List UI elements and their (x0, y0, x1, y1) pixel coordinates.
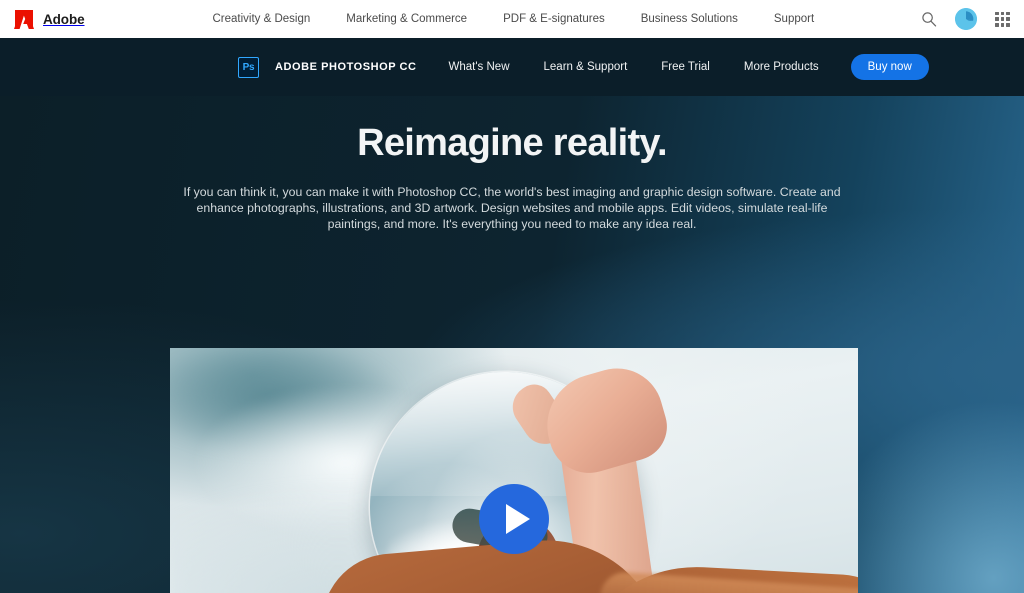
page-title: Reimagine reality. (357, 122, 668, 164)
grid-dot (1000, 17, 1005, 21)
grid-dot (1000, 22, 1005, 27)
grid-dot (1006, 22, 1010, 27)
product-nav-item-free-trial[interactable]: Free Trial (661, 61, 710, 73)
hero-section: Reimagine reality. If you can think it, … (0, 96, 1024, 593)
global-header-actions (921, 8, 1010, 30)
hero-content: Reimagine reality. If you can think it, … (0, 96, 1024, 233)
global-nav-item-support[interactable]: Support (774, 13, 814, 25)
global-nav: Creativity & Design Marketing & Commerce… (213, 13, 815, 25)
global-nav-item-marketing[interactable]: Marketing & Commerce (346, 13, 467, 25)
grid-dot (1006, 17, 1010, 21)
app-grid-icon[interactable] (995, 11, 1010, 27)
video-poster-image (170, 348, 858, 593)
grid-dot (995, 17, 999, 21)
play-triangle-icon (505, 503, 530, 534)
adobe-logo-icon (14, 9, 34, 29)
hero-video-player[interactable] (170, 348, 858, 593)
product-nav-item-learn-support[interactable]: Learn & Support (544, 61, 628, 73)
hero-description: If you can think it, you can make it wit… (183, 184, 841, 232)
search-icon[interactable] (921, 11, 937, 27)
global-nav-item-creativity[interactable]: Creativity & Design (213, 13, 311, 25)
product-title: ADOBE PHOTOSHOP CC (275, 61, 417, 73)
grid-dot (995, 11, 999, 16)
photoshop-app-icon[interactable]: Ps (238, 56, 259, 78)
grid-dot (1006, 11, 1010, 16)
buy-now-button[interactable]: Buy now (850, 54, 929, 80)
global-nav-item-business[interactable]: Business Solutions (641, 13, 738, 25)
product-nav-item-more-products[interactable]: More Products (744, 61, 819, 73)
brand-name: Adobe (43, 11, 85, 27)
product-nav-bar: Ps ADOBE PHOTOSHOP CC What's New Learn &… (0, 38, 1024, 96)
product-nav: What's New Learn & Support Free Trial Mo… (449, 61, 819, 73)
adobe-home-link[interactable]: Adobe (14, 9, 85, 29)
global-nav-item-pdf[interactable]: PDF & E-signatures (503, 13, 605, 25)
product-nav-item-whats-new[interactable]: What's New (449, 61, 510, 73)
play-button[interactable] (479, 483, 549, 554)
grid-dot (1000, 11, 1005, 16)
user-avatar-icon[interactable] (955, 8, 977, 30)
global-header: Adobe Creativity & Design Marketing & Co… (0, 0, 1024, 38)
grid-dot (995, 22, 999, 27)
